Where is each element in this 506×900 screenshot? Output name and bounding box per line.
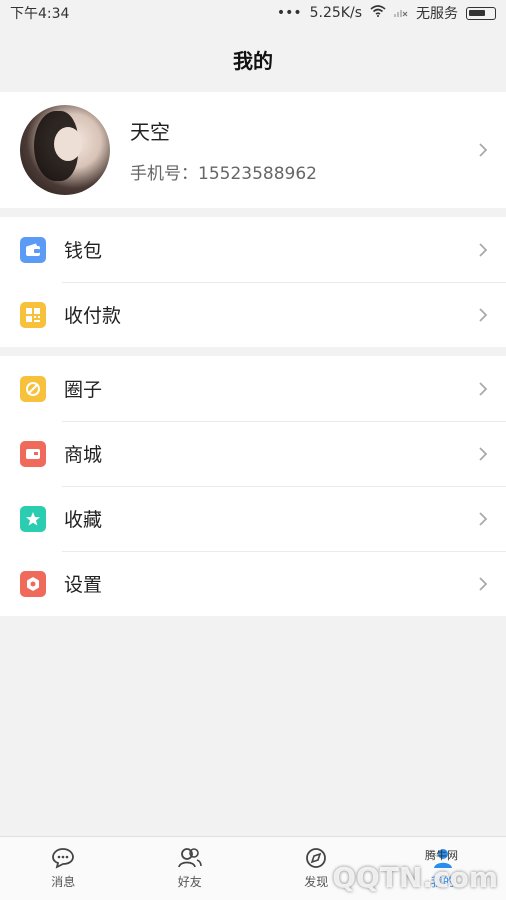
tab-messages[interactable]: 消息: [0, 837, 127, 900]
circle-icon: [20, 375, 46, 402]
tab-friends[interactable]: 好友: [127, 837, 254, 900]
tab-label: 发现: [304, 875, 329, 889]
settings-icon: [20, 570, 46, 597]
chevron-right-icon: [479, 576, 488, 591]
menu-item-settings[interactable]: 设置: [0, 551, 506, 616]
page-title: 我的: [0, 26, 506, 92]
menu-label: 收藏: [64, 509, 103, 531]
menu-label: 圈子: [64, 379, 103, 401]
status-dots: •••: [276, 5, 302, 21]
chevron-right-icon: [479, 143, 488, 157]
qrcode-icon: [20, 301, 46, 328]
shop-icon: [20, 440, 46, 467]
discover-icon: [306, 848, 327, 868]
menu-group-2: 圈子 商城 收藏 设置: [0, 356, 506, 616]
avatar: [20, 105, 110, 195]
wifi-icon: [370, 5, 386, 21]
menu-item-favorites[interactable]: 收藏: [0, 486, 506, 551]
friends-icon: [177, 848, 202, 868]
tab-label: 好友: [177, 875, 202, 889]
status-time: 下午4:34: [10, 6, 70, 22]
menu-group-1: 钱包 收付款: [0, 217, 506, 347]
status-bar: 下午4:34 ••• 5.25K/s 无服务: [0, 0, 506, 26]
signal-icon: [394, 5, 408, 21]
watermark: 腾牛网 QQTN.com: [332, 849, 498, 894]
menu-label: 钱包: [64, 240, 103, 262]
menu-item-circle[interactable]: 圈子: [0, 356, 506, 421]
menu-item-shop[interactable]: 商城: [0, 421, 506, 486]
carrier-text: 无服务: [416, 6, 458, 22]
chevron-right-icon: [479, 381, 488, 396]
chevron-right-icon: [479, 511, 488, 526]
wallet-icon: [20, 236, 46, 263]
message-icon: [52, 848, 75, 869]
menu-item-wallet[interactable]: 钱包: [0, 217, 506, 282]
menu-item-payment[interactable]: 收付款: [0, 282, 506, 347]
watermark-text: QQTN.com: [332, 861, 498, 894]
battery-icon: [466, 6, 496, 20]
tab-label: 消息: [51, 875, 76, 889]
watermark-sub: 腾牛网: [425, 849, 458, 862]
star-icon: [20, 505, 46, 532]
profile-phone: 手机号：15523588962: [130, 164, 317, 184]
menu-label: 收付款: [64, 305, 122, 327]
profile-card[interactable]: 天空 手机号：15523588962: [0, 92, 506, 208]
network-speed: 5.25K/s: [309, 5, 362, 21]
chevron-right-icon: [479, 242, 488, 257]
chevron-right-icon: [479, 446, 488, 461]
menu-label: 商城: [64, 444, 103, 466]
menu-label: 设置: [64, 574, 103, 596]
profile-name: 天空: [130, 120, 170, 144]
chevron-right-icon: [479, 307, 488, 322]
